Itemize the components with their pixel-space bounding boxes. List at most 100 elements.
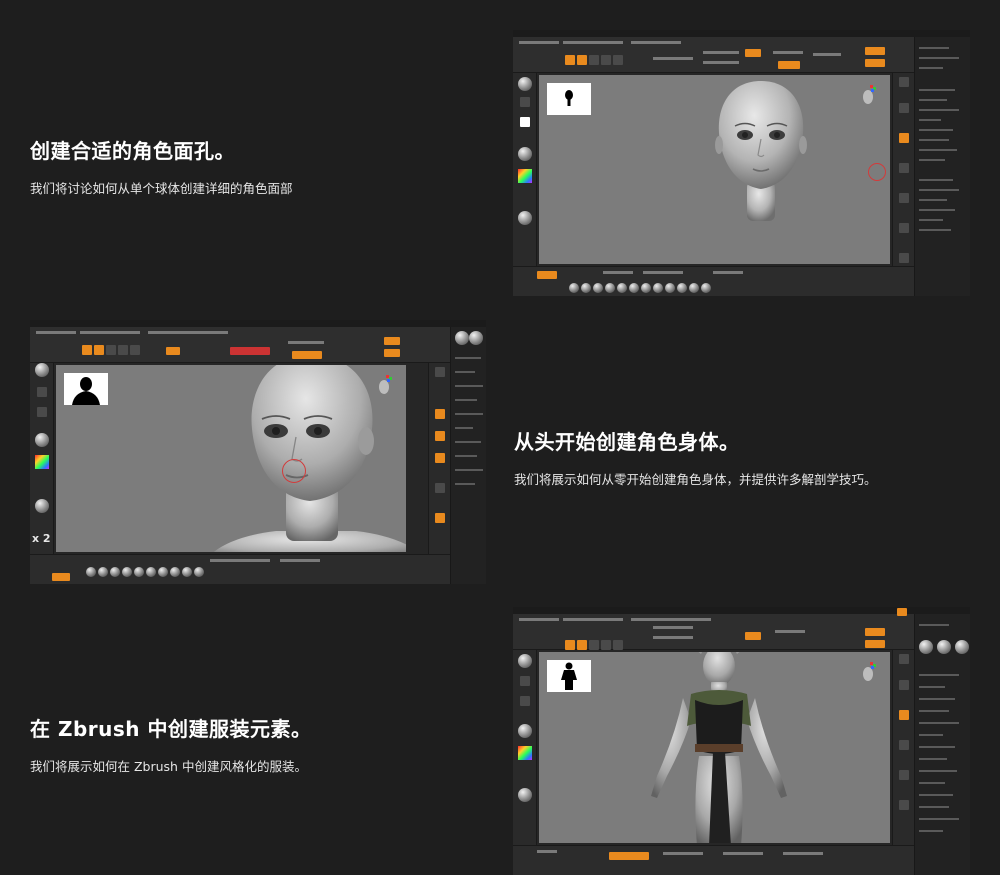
color-picker-icon[interactable] [35,455,49,469]
draw-size-slider[interactable] [865,628,885,636]
axis-gizmo-icon[interactable] [860,85,876,107]
scale-button[interactable] [589,55,599,65]
zoom-view-button[interactable] [899,770,909,780]
frame-button[interactable] [899,680,909,690]
move-button[interactable] [94,345,104,355]
brush-preset-icon[interactable] [182,567,192,577]
material-sphere-icon[interactable] [35,499,49,513]
solo-button[interactable] [899,253,909,263]
brush-preset-icon[interactable] [677,283,687,293]
rgb-intensity-slider[interactable] [745,632,761,640]
z-intensity-slider[interactable] [778,61,800,69]
transp-button[interactable] [435,513,445,523]
alpha-icon[interactable] [37,407,47,417]
color-picker-icon[interactable] [518,746,532,760]
zoom-view-button[interactable] [899,193,909,203]
stroke-icon[interactable] [520,676,530,686]
move-view-button[interactable] [899,740,909,750]
brush-preset-icon[interactable] [569,283,579,293]
brush-preset-icon[interactable] [701,283,711,293]
brush-preset-icon[interactable] [617,283,627,293]
floor-button[interactable] [435,453,445,463]
move-button[interactable] [577,55,587,65]
rgb-intensity-slider[interactable] [166,347,180,355]
brush-preset-icon[interactable] [158,567,168,577]
axis-gizmo-icon[interactable] [860,662,876,684]
draw-button[interactable] [82,345,92,355]
tool-thumbnail-icon[interactable] [955,640,969,654]
draw-size-slider[interactable] [865,47,885,55]
bottom-slider[interactable] [52,573,70,581]
brush-preset-icon[interactable] [170,567,180,577]
frame-button[interactable] [899,103,909,113]
stroke-icon[interactable] [520,97,530,107]
brush-preset-icon[interactable] [98,567,108,577]
tool-thumbnail-icon[interactable] [937,640,951,654]
alpha-icon[interactable] [520,696,530,706]
texture-sphere-icon[interactable] [518,147,532,161]
bpr-button[interactable] [899,654,909,664]
viewport-canvas[interactable] [56,365,406,552]
persp-button[interactable] [435,431,445,441]
brush-preset-icon[interactable] [134,567,144,577]
brush-preset-icon[interactable] [629,283,639,293]
brush-preset-icon[interactable] [146,567,156,577]
texture-sphere-icon[interactable] [518,724,532,738]
edit-button[interactable] [613,55,623,65]
brush-preset-icon[interactable] [653,283,663,293]
focal-shift-slider[interactable] [865,59,885,67]
draw-size-slider[interactable] [292,351,322,359]
focal-shift-slider[interactable] [865,640,885,648]
texture-sphere-icon[interactable] [35,433,49,447]
brush-sphere-icon[interactable] [518,654,532,668]
tool-thumbnail-icon[interactable] [469,331,483,345]
brush-preset-icon[interactable] [605,283,615,293]
rotate-button[interactable] [601,640,611,650]
bottom-slider[interactable] [537,271,557,279]
viewport-canvas[interactable] [539,75,890,264]
material-sphere-icon[interactable] [518,211,532,225]
rotate-button[interactable] [118,345,128,355]
brush-preset-icon[interactable] [194,567,204,577]
move-button[interactable] [577,640,587,650]
tool-thumbnail-icon[interactable] [919,640,933,654]
move-view-button[interactable] [899,163,909,173]
color-picker-icon[interactable] [518,169,532,183]
stroke-icon[interactable] [37,387,47,397]
axis-gizmo-icon[interactable] [376,375,392,397]
persp-button[interactable] [899,133,909,143]
viewport-canvas[interactable] [539,652,890,843]
draw-button[interactable] [565,640,575,650]
brush-preset-icon[interactable] [641,283,651,293]
edit-button[interactable] [130,345,140,355]
menu-highlight[interactable] [897,608,907,616]
bpr-button[interactable] [435,367,445,377]
persp-button[interactable] [899,710,909,720]
rotate-view-button[interactable] [899,800,909,810]
material-sphere-icon[interactable] [518,788,532,802]
alpha-icon[interactable] [520,117,530,127]
brush-preset-icon[interactable] [110,567,120,577]
frame-button[interactable] [435,409,445,419]
brush-preset-icon[interactable] [581,283,591,293]
scale-button[interactable] [106,345,116,355]
brush-sphere-icon[interactable] [35,363,49,377]
bpr-button[interactable] [899,77,909,87]
tool-thumbnail-icon[interactable] [455,331,469,345]
brush-preset-icon[interactable] [665,283,675,293]
rotate-button[interactable] [601,55,611,65]
brush-preset-icon[interactable] [122,567,132,577]
brush-preset-icon[interactable] [593,283,603,293]
draw-button[interactable] [565,55,575,65]
brush-preset-icon[interactable] [86,567,96,577]
brush-sphere-icon[interactable] [518,77,532,91]
move-view-button[interactable] [435,483,445,493]
brush-preset-icon[interactable] [689,283,699,293]
rotate-view-button[interactable] [899,223,909,233]
bottom-slider[interactable] [609,852,649,860]
scale-button[interactable] [589,640,599,650]
focal-shift-slider[interactable] [384,337,400,345]
edit-button[interactable] [613,640,623,650]
z-intensity-slider[interactable] [230,347,270,355]
rgb-intensity-slider[interactable] [745,49,761,57]
